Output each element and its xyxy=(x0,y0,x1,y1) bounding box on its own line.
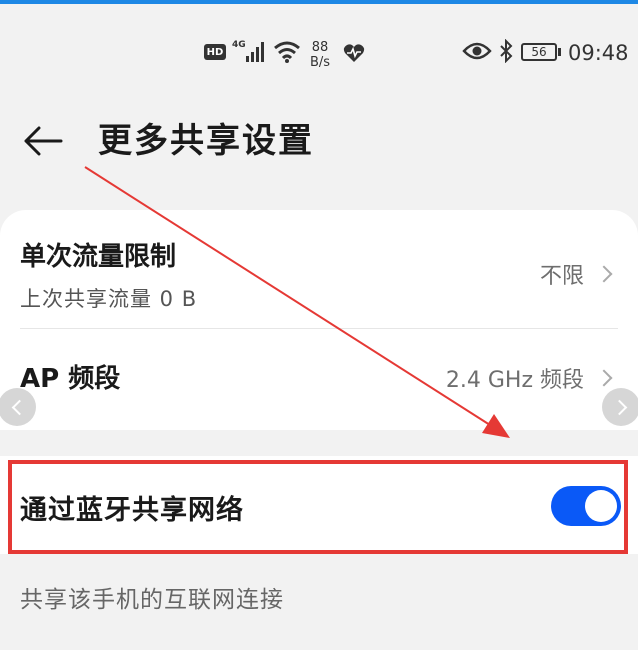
battery-icon: 56 xyxy=(520,42,562,62)
heart-rate-icon xyxy=(342,42,366,64)
bluetooth-share-label: 通过蓝牙共享网络 xyxy=(20,495,244,526)
data-limit-title: 单次流量限制 xyxy=(20,242,177,272)
bluetooth-share-toggle[interactable] xyxy=(551,486,621,526)
bluetooth-share-row[interactable]: 通过蓝牙共享网络 xyxy=(0,456,638,554)
hd-badge: HD xyxy=(204,44,226,60)
ap-band-value-group: 2.4 GHz 频段 xyxy=(445,362,613,394)
svg-text:4G: 4G xyxy=(232,40,246,50)
bluetooth-share-description: 共享该手机的互联网连接 xyxy=(20,587,284,613)
chevron-left-icon xyxy=(11,399,27,415)
data-limit-subtitle: 上次共享流量 0 B xyxy=(20,287,198,311)
chevron-right-icon xyxy=(611,399,627,415)
next-page-button[interactable] xyxy=(602,388,638,426)
top-accent-bar xyxy=(0,0,638,4)
page-title: 更多共享设置 xyxy=(98,121,314,161)
data-limit-value-group: 不限 xyxy=(539,258,613,290)
clock: 09:48 xyxy=(568,41,629,65)
bluetooth-icon xyxy=(497,38,515,64)
back-button[interactable] xyxy=(20,118,66,164)
wifi-icon xyxy=(272,38,302,64)
status-bar: HD 4G 88 B/s 56 09:48 xyxy=(0,30,638,80)
battery-level: 56 xyxy=(521,43,557,61)
toggle-knob xyxy=(585,490,617,522)
arrow-left-icon xyxy=(24,126,63,156)
signal-icon: 4G xyxy=(232,38,266,64)
ap-band-title: AP 频段 xyxy=(20,364,121,394)
ap-band-value: 2.4 GHz 频段 xyxy=(445,368,584,393)
data-limit-value: 不限 xyxy=(539,264,584,289)
speed-value: 88 xyxy=(311,40,329,55)
chevron-right-icon xyxy=(595,369,613,387)
speed-unit: B/s xyxy=(309,55,331,70)
chevron-right-icon xyxy=(595,265,613,283)
network-speed: 88 B/s xyxy=(306,38,334,72)
eye-icon xyxy=(462,40,492,62)
